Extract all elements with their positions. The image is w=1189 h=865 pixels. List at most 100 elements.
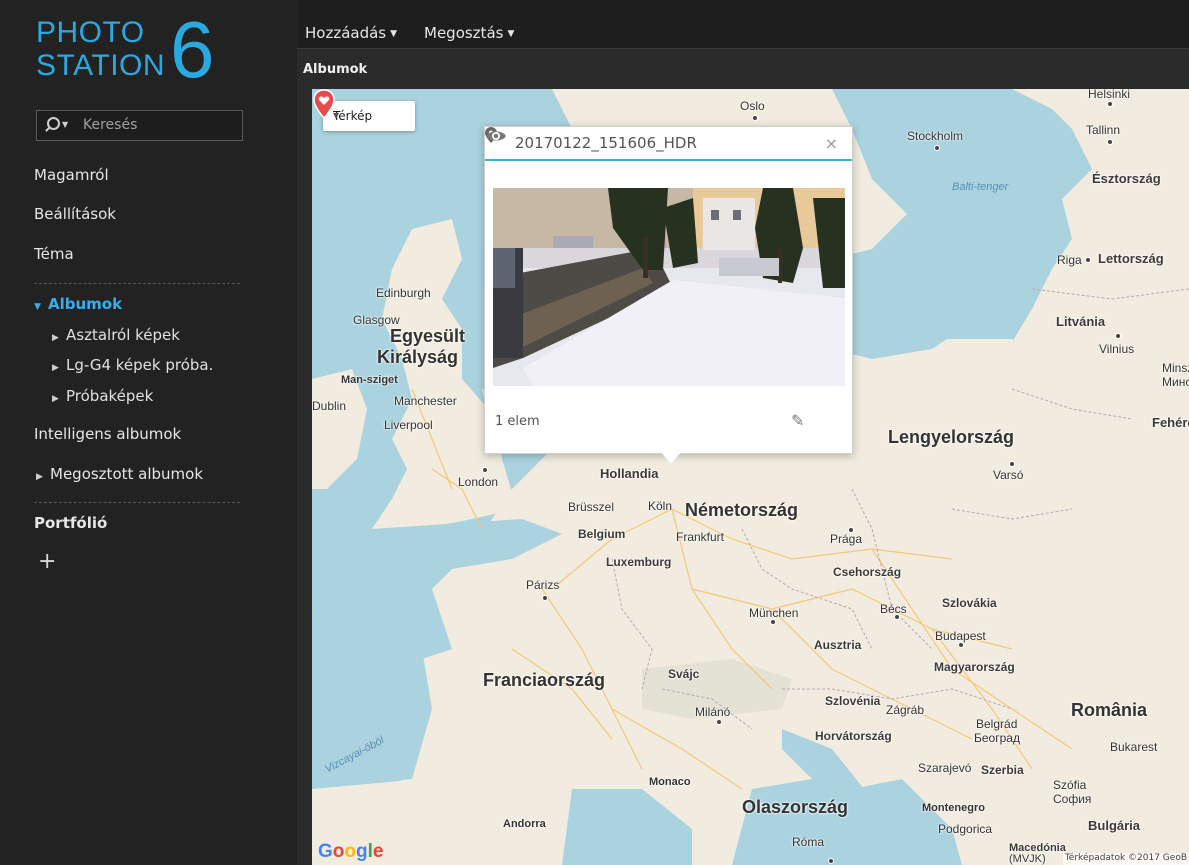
map-city-dot [848,527,854,533]
photo-thumbnail[interactable] [493,188,845,386]
chevron-down-icon: ▼ [333,111,340,120]
map-city-dot [1085,257,1091,263]
breadcrumb: Albumok [297,49,1189,89]
map-label-lithuania: Litvánia [1056,314,1106,329]
map-label-sarajevo: Szarajevó [918,761,972,775]
google-letter: g [356,841,368,862]
search-icon[interactable]: ▼ [45,116,71,134]
map-city-dot [770,619,776,625]
map-label-minsk-cyrillic: Минск [1162,375,1189,389]
popup-pointer [661,452,681,464]
expand-triangle-icon[interactable]: ▶ [36,472,44,482]
map-label-monaco: Monaco [649,776,691,788]
search-placeholder: Keresés [83,117,138,133]
map-label-belgium: Belgium [578,527,626,541]
share-menu-button[interactable]: Megosztás ▼ [424,24,514,42]
map-city-dot [1115,333,1121,339]
expand-triangle-icon[interactable]: ▶ [52,333,60,343]
sidebar-item-label: Próbaképek [66,387,154,405]
map-attribution[interactable]: Térképadatok ©2017 GeoB [1062,853,1189,865]
map-label-podgorica: Podgorica [938,822,993,836]
add-icon[interactable]: + [38,549,56,574]
share-menu-label: Megosztás [424,24,504,42]
sidebar-item-about[interactable]: Magamról [34,166,109,184]
sidebar-item-portfolio[interactable]: Portfólió [34,514,107,532]
google-logo: Google [318,841,383,863]
map-label-slovakia: Szlovákia [942,596,997,610]
sidebar-item-label: Lg-G4 képek próba. [66,356,214,374]
map-label-sofia-cyrillic: София [1053,792,1092,806]
item-count: 1 elem [495,414,540,429]
sidebar-item-albums[interactable]: ▼ Albumok [34,295,122,313]
top-toolbar: Hozzáadás ▼ Megosztás ▼ [297,0,1189,49]
sidebar-item-settings[interactable]: Beállítások [34,205,116,223]
map-label-koln: Köln [648,499,673,513]
map-label-budapest: Budapest [935,629,986,643]
map-label-romania: România [1071,700,1148,720]
map-type-select[interactable]: Térkép ▼ [323,101,415,131]
map-city-dot [1107,101,1113,107]
map-label-zagreb: Zágráb [886,703,925,717]
map-label-rome: Róma [792,835,825,849]
map-label-brussels: Brüsszel [568,500,615,514]
google-letter: o [344,841,356,862]
map-city-dot [1009,461,1015,467]
sidebar-item-smart-albums[interactable]: Intelligens albumok [34,425,181,443]
map-label-mvjk: (MVJK) [1009,853,1046,865]
map-label-munich: München [749,606,799,620]
map-label-serbia: Szerbia [981,763,1024,777]
map-label-minsk: Minsz [1162,361,1189,375]
map-label-estonia: Észtország [1092,171,1161,186]
map-label-milan: Milánó [695,705,731,719]
map-location-marker[interactable] [312,89,336,119]
edit-pencil-icon[interactable]: ✎ [791,411,809,430]
expand-triangle-icon[interactable]: ▶ [52,394,60,404]
photo-info-popup: 20170122_151606_HDR × 1 elem ✎ [484,126,853,464]
map-label-belgrade-cyrillic: Београд [974,731,1020,745]
photo-station-logo[interactable]: PHOTO STATION 6 [36,10,226,90]
expand-triangle-icon[interactable]: ▼ [34,302,42,312]
map-city-dot [716,719,722,725]
map-label-switzerland: Svájc [668,667,700,681]
map-label-uk: Egyesült [390,326,466,346]
map-label-riga: Riga [1057,253,1082,267]
map-city-dot [894,614,900,620]
map-label-belarus: Fehérorosz [1152,415,1189,430]
sidebar-item-shared-albums[interactable]: ▶ Megosztott albumok [36,465,203,483]
map-label-bulgaria: Bulgária [1088,818,1141,833]
map-label-hungary: Magyarország [934,660,1015,674]
map-label-latvia: Lettország [1098,251,1164,266]
map-view[interactable]: Oslo Stockholm Helsinki Tallinn Észtorsz… [312,89,1189,865]
map-label-uk-2: Királyság [377,347,459,367]
expand-triangle-icon[interactable]: ▶ [52,363,60,373]
map-label-france: Franciaország [483,670,606,690]
map-label-netherlands: Hollandia [600,466,659,481]
map-label-oslo: Oslo [740,99,765,113]
map-label-andorra: Andorra [503,818,546,830]
map-label-austria: Ausztria [814,638,862,652]
map-label-london: London [458,475,499,489]
sidebar-item-album-desktop[interactable]: ▶ Asztalról képek [52,326,180,344]
sidebar-divider [34,502,240,503]
map-label-dublin: Dublin [312,399,347,413]
add-menu-label: Hozzáadás [305,24,387,42]
map-label-frankfurt: Frankfurt [676,530,725,544]
sidebar-item-theme[interactable]: Téma [34,245,74,263]
breadcrumb-albums[interactable]: Albumok [303,62,367,77]
close-icon[interactable]: × [825,134,838,153]
popup-title: 20170122_151606_HDR [515,134,697,152]
google-letter: e [372,841,384,862]
search-input[interactable]: ▼ Keresés [36,110,243,141]
map-label-bucharest: Bukarest [1110,740,1158,754]
map-label-belgrade: Belgrád [976,717,1018,731]
map-label-montenegro: Montenegro [922,802,985,814]
map-label-croatia: Horvátország [815,729,892,743]
logo-line1: PHOTO [36,16,145,49]
add-menu-button[interactable]: Hozzáadás ▼ [305,24,397,42]
chevron-down-icon: ▼ [507,28,515,39]
sidebar-item-album-lgg4[interactable]: ▶ Lg-G4 képek próba. [52,356,213,374]
map-label-tallinn: Tallinn [1086,123,1121,137]
sidebar-item-album-test[interactable]: ▶ Próbaképek [52,387,153,405]
map-label-baltic-sea: Balti-tenger [952,181,1009,193]
eye-icon[interactable] [485,127,507,145]
